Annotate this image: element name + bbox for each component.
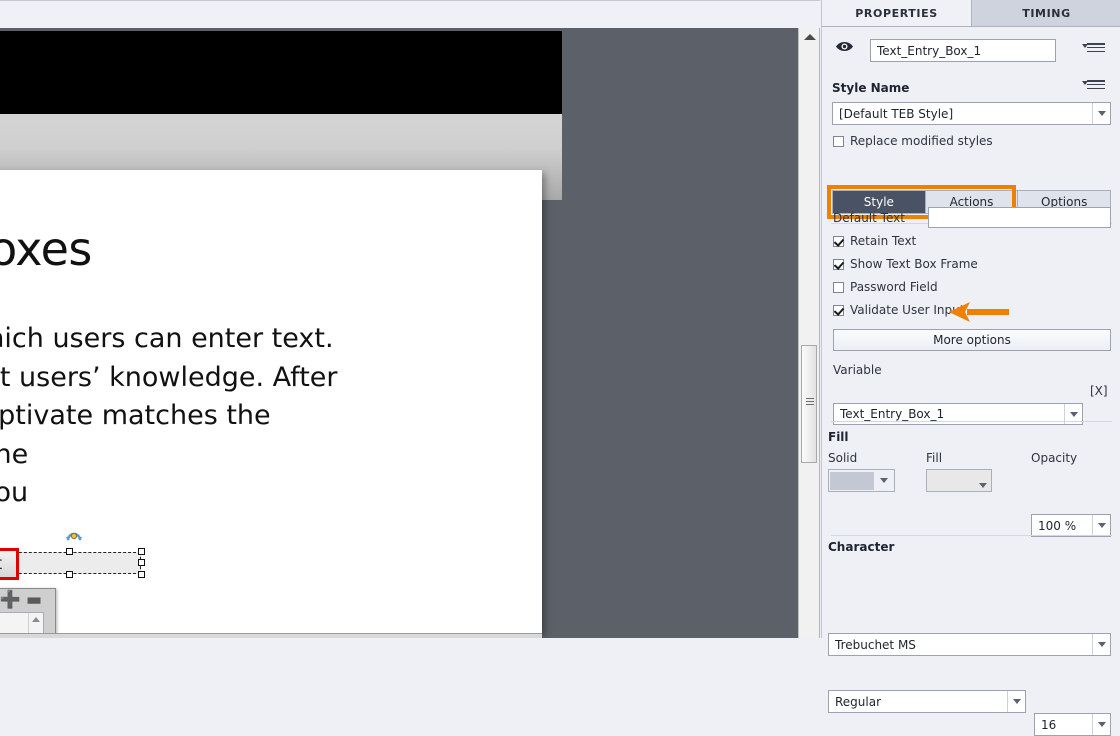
style-name-label: Style Name — [832, 81, 910, 95]
remove-entry-icon[interactable]: ▬ — [26, 592, 42, 609]
resize-handle-s[interactable] — [66, 571, 73, 578]
fill-solid-swatch-picker[interactable] — [828, 469, 895, 492]
validate-user-input-row[interactable]: Validate User Input — [833, 303, 964, 317]
show-text-box-frame-row[interactable]: Show Text Box Frame — [833, 257, 978, 271]
slide-title: Entry Boxes — [0, 222, 92, 276]
chevron-down-icon[interactable] — [880, 478, 888, 483]
text-entry-box-object[interactable] — [0, 532, 145, 578]
object-name-input[interactable]: Text_Entry_Box_1 — [870, 39, 1056, 62]
chevron-down-icon[interactable] — [1007, 691, 1025, 712]
slide-body-line-5: er e user if you — [0, 477, 29, 508]
password-field-row[interactable]: Password Field — [833, 280, 938, 294]
fill-opacity-input[interactable]: 100 % — [1031, 514, 1111, 537]
password-field-label: Password Field — [850, 280, 938, 294]
validate-user-input-checkbox[interactable] — [833, 304, 844, 316]
divider — [831, 421, 1112, 422]
character-section-label: Character — [828, 540, 895, 554]
chevron-down-icon[interactable] — [1092, 103, 1110, 124]
fill-solid-swatch — [830, 471, 874, 490]
default-text-label: Default Text — [833, 211, 905, 225]
slide-canvas[interactable]: Entry Boxes fields into which users can … — [0, 170, 542, 638]
character-style-value: Regular — [835, 694, 882, 709]
variable-value: Text_Entry_Box_1 — [840, 407, 945, 421]
replace-modified-styles-row[interactable]: Replace modified styles — [833, 134, 993, 148]
slide-bottom-bar — [0, 633, 542, 638]
show-text-box-frame-label: Show Text Box Frame — [850, 257, 978, 271]
slide-stage: Entry Boxes fields into which users can … — [0, 28, 562, 638]
scrollbar-grip-icon — [806, 398, 814, 406]
tab-properties[interactable]: PROPERTIES — [822, 0, 971, 26]
fill-opacity-label: Opacity — [1031, 451, 1078, 465]
retain-text-checkbox[interactable] — [833, 235, 844, 247]
rotate-handle-icon[interactable] — [65, 530, 83, 546]
slide-body-line-2: at way to test users’ knowledge. After — [0, 361, 338, 393]
retain-text-label: Retain Text — [850, 234, 917, 248]
default-text-input[interactable] — [928, 207, 1111, 228]
show-text-box-frame-checkbox[interactable] — [833, 258, 844, 270]
replace-modified-styles-label: Replace modified styles — [850, 134, 993, 148]
character-size-value: 16 — [1041, 717, 1057, 732]
slide-body-line-1: fields into which users can enter text. — [0, 323, 334, 354]
replace-modified-styles-checkbox[interactable] — [833, 135, 844, 147]
slide-body-line-4: ch creating the — [0, 438, 29, 470]
slide-body-line-3: or, Adobe Captivate matches the — [0, 400, 271, 431]
add-entry-icon[interactable]: ➕ — [0, 592, 21, 609]
fill-section-label: Fill — [828, 430, 849, 444]
scroll-up-icon[interactable] — [804, 34, 816, 40]
panel-annotation-arrow-icon — [948, 301, 1010, 323]
resize-handle-ne[interactable] — [138, 548, 145, 555]
style-name-dropdown[interactable]: [Default TEB Style] — [832, 102, 1111, 125]
variable-label: Variable — [833, 363, 882, 377]
fill-opacity-value: 100 % — [1038, 518, 1077, 533]
fill-gradient-swatch-picker[interactable] — [926, 469, 992, 492]
panel-tab-bar[interactable]: PROPERTIES TIMING — [822, 0, 1120, 27]
scroll-up-icon[interactable] — [32, 617, 40, 622]
tab-timing[interactable]: TIMING — [971, 0, 1120, 26]
object-flyout-menu-icon[interactable] — [1082, 43, 1105, 56]
submit-button[interactable]: Submit — [0, 548, 19, 580]
chevron-down-icon[interactable] — [979, 483, 987, 488]
eye-icon[interactable] — [835, 40, 854, 58]
workspace-vertical-scrollbar[interactable] — [798, 28, 820, 638]
fill-solid-label: Solid — [828, 451, 858, 465]
toolbar-strip — [0, 0, 820, 29]
password-field-checkbox[interactable] — [833, 281, 844, 293]
fill-fill-label: Fill — [926, 451, 943, 465]
chevron-down-icon[interactable] — [1092, 634, 1110, 655]
slide-top-black-band — [0, 31, 562, 114]
more-options-button[interactable]: More options — [833, 329, 1111, 351]
stage-workspace[interactable]: Entry Boxes fields into which users can … — [0, 28, 798, 638]
correct-entries-dialog[interactable]: Correct Entries ➕ ▬ Click the add button… — [0, 588, 56, 638]
resize-handle-se[interactable] — [138, 571, 145, 578]
character-style-dropdown[interactable]: Regular — [828, 690, 1026, 713]
scrollbar-thumb[interactable] — [801, 345, 817, 463]
character-size-dropdown[interactable]: 16 — [1034, 713, 1111, 736]
resize-handle-e[interactable] — [138, 559, 145, 566]
chevron-down-icon[interactable] — [1092, 714, 1110, 735]
retain-text-row[interactable]: Retain Text — [833, 234, 916, 248]
character-font-dropdown[interactable]: Trebuchet MS — [828, 633, 1111, 656]
variable-clear-button[interactable]: [X] — [1090, 384, 1108, 398]
divider — [831, 535, 1112, 536]
style-flyout-menu-icon[interactable] — [1082, 80, 1105, 93]
panel-body: Text_Entry_Box_1 Style Name [Default TEB… — [822, 27, 1120, 736]
character-font-value: Trebuchet MS — [835, 637, 916, 652]
chevron-down-icon[interactable] — [1092, 515, 1110, 536]
resize-handle-n[interactable] — [66, 548, 73, 555]
slide-body-text: fields into which users can enter text. … — [0, 320, 584, 513]
style-name-value: [Default TEB Style] — [839, 106, 954, 121]
